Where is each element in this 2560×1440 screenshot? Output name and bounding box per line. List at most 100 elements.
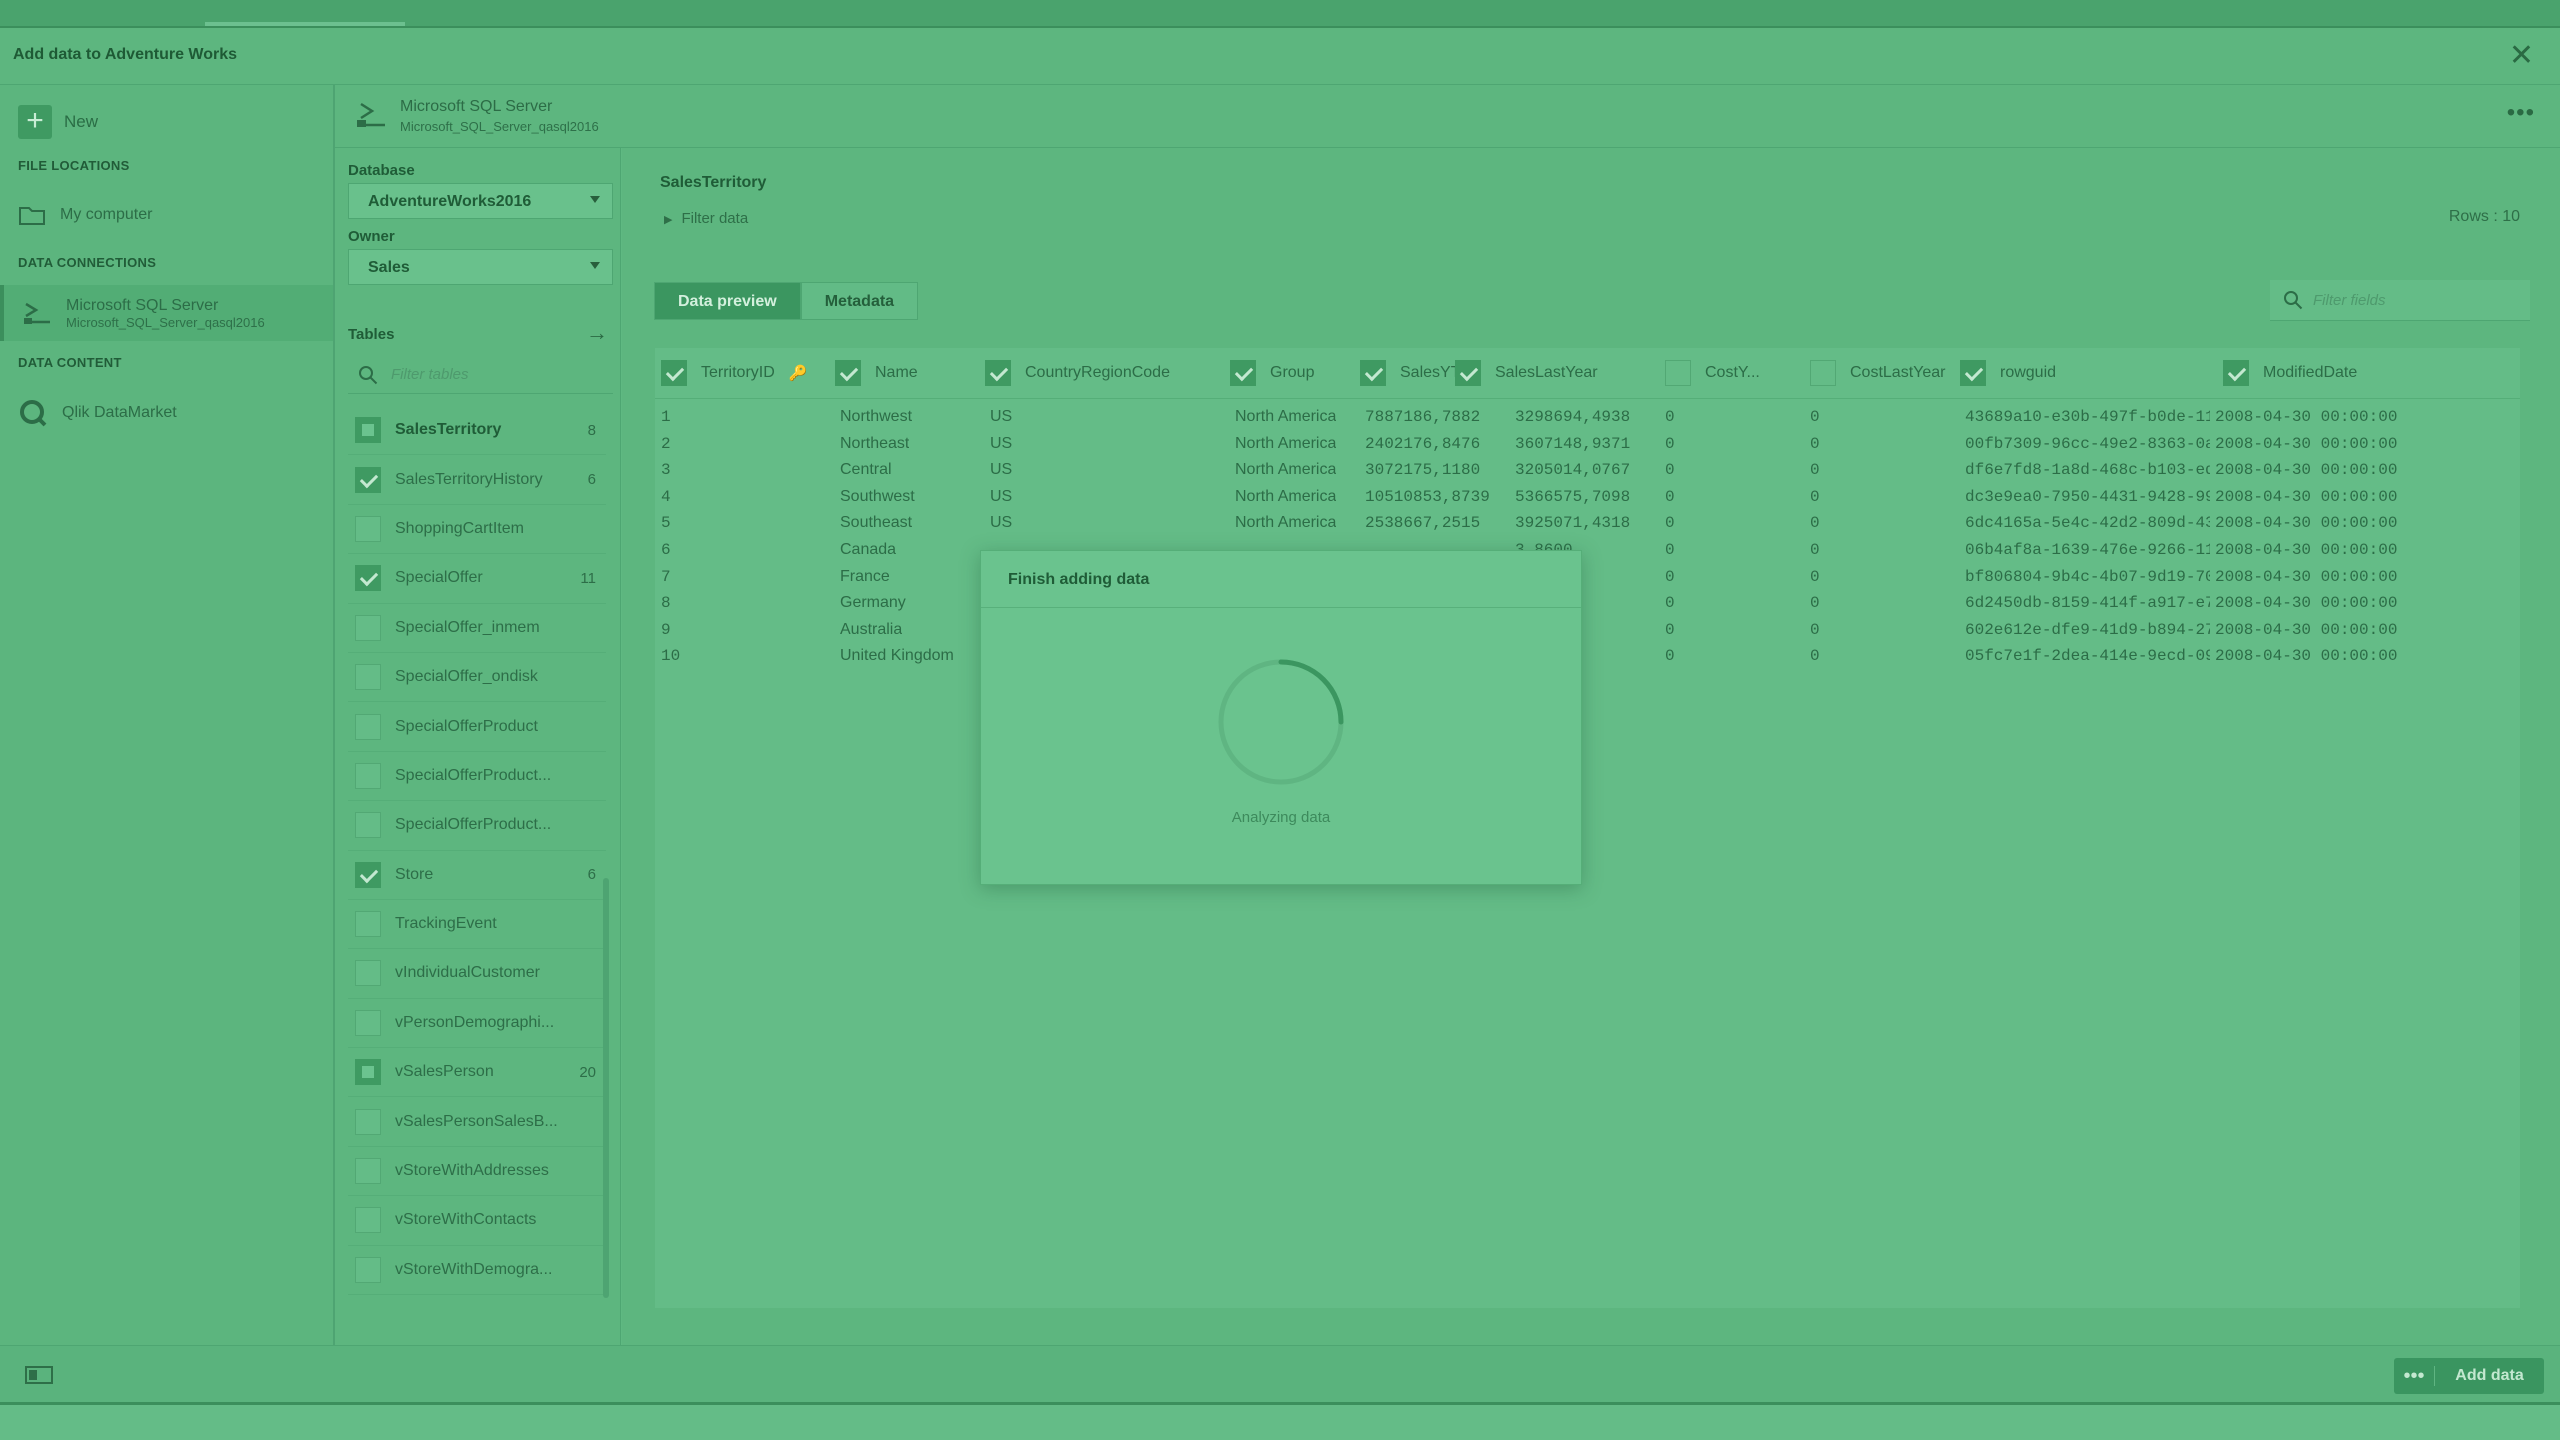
- table-checkbox[interactable]: [355, 565, 381, 592]
- column-header[interactable]: ModifiedDate: [2223, 360, 2357, 386]
- more-icon[interactable]: •••: [2394, 1366, 2435, 1386]
- tab-metadata[interactable]: Metadata: [800, 282, 919, 320]
- tab-data-preview[interactable]: Data preview: [654, 282, 801, 320]
- sidebar-item-my-computer[interactable]: My computer: [0, 189, 333, 241]
- column-header[interactable]: CountryRegionCode: [985, 360, 1170, 386]
- column-header[interactable]: SalesLastYear: [1455, 360, 1598, 386]
- table-name: vPersonDemographi...: [395, 1013, 555, 1031]
- table-cell: 0: [1665, 408, 1675, 426]
- table-checkbox[interactable]: [355, 1256, 381, 1283]
- table-list-item[interactable]: vSalesPersonSalesB...: [348, 1097, 606, 1147]
- table-list-item[interactable]: SalesTerritoryHistory 6: [348, 455, 606, 505]
- table-cell: 0: [1665, 514, 1675, 533]
- column-header[interactable]: Group: [1230, 360, 1314, 386]
- table-field-count: 11: [580, 569, 596, 587]
- table-list-item[interactable]: vSalesPerson 20: [348, 1048, 606, 1098]
- loading-spinner-icon: [1218, 659, 1344, 785]
- table-checkbox[interactable]: [355, 713, 381, 740]
- table-checkbox[interactable]: [355, 911, 381, 938]
- table-cell: 2402176,8476: [1365, 434, 1481, 453]
- sidebar-item-sql-server[interactable]: Microsoft SQL Server Microsoft_SQL_Serve…: [0, 285, 333, 341]
- table-checkbox[interactable]: [355, 614, 381, 641]
- table-cell: bf806804-9b4c-4b07-9d19-706f2e6: [1965, 567, 2210, 586]
- table-cell: 3298694,4938: [1515, 408, 1631, 426]
- table-list-item[interactable]: SpecialOffer 11: [348, 554, 606, 604]
- column-header[interactable]: rowguid: [1960, 360, 2056, 386]
- column-checkbox[interactable]: [2223, 360, 2249, 386]
- caret-right-icon: ▶: [664, 214, 673, 226]
- table-list-item[interactable]: vStoreWithContacts: [348, 1196, 606, 1246]
- column-header[interactable]: Name: [835, 360, 918, 386]
- table-checkbox[interactable]: [355, 960, 381, 987]
- table-row: 2 Northeast US North America 2402176,8476 360…: [655, 431, 2520, 458]
- filter-tables-input[interactable]: Filter tables: [348, 356, 613, 394]
- table-cell: US: [990, 461, 1013, 479]
- table-list-item[interactable]: SalesTerritory 8: [348, 406, 606, 456]
- table-cell: North America: [1235, 487, 1337, 505]
- column-checkbox[interactable]: [661, 360, 687, 386]
- table-checkbox[interactable]: [355, 515, 381, 542]
- column-header[interactable]: CostLastYear: [1810, 360, 1945, 386]
- table-checkbox[interactable]: [355, 1009, 381, 1036]
- table-checkbox[interactable]: [355, 466, 381, 493]
- column-checkbox[interactable]: [835, 360, 861, 386]
- table-list-item[interactable]: SpecialOfferProduct: [348, 702, 606, 752]
- close-icon[interactable]: ✕: [2509, 38, 2534, 73]
- column-checkbox[interactable]: [1810, 360, 1836, 386]
- table-list-item[interactable]: vStoreWithDemogra...: [348, 1246, 606, 1296]
- column-checkbox[interactable]: [985, 360, 1011, 386]
- table-cell: 0: [1665, 541, 1675, 559]
- add-data-button[interactable]: ••• Add data: [2394, 1358, 2544, 1394]
- column-header[interactable]: TerritoryID 🔑: [661, 360, 807, 386]
- table-list-item[interactable]: ShoppingCartItem: [348, 505, 606, 555]
- table-list-item[interactable]: SpecialOfferProduct...: [348, 752, 606, 802]
- table-list-item[interactable]: SpecialOffer_inmem: [348, 604, 606, 653]
- more-options-icon[interactable]: •••: [2507, 99, 2535, 127]
- tables-scrollbar[interactable]: [603, 878, 609, 1298]
- table-checkbox[interactable]: [355, 1207, 381, 1234]
- filter-data-toggle[interactable]: ▶ Filter data: [664, 210, 748, 227]
- column-checkbox[interactable]: [1960, 360, 1986, 386]
- table-cell: 0: [1665, 620, 1675, 639]
- table-list-item[interactable]: Store 6: [348, 851, 606, 900]
- new-connection-button[interactable]: + New: [18, 105, 98, 139]
- table-checkbox[interactable]: [355, 812, 381, 839]
- column-checkbox[interactable]: [1360, 360, 1386, 386]
- table-checkbox[interactable]: [355, 762, 381, 789]
- search-icon: [2284, 291, 2303, 310]
- table-name: Store: [395, 865, 434, 883]
- table-row: 3 Central US North America 3072175,1180 32050…: [655, 457, 2520, 484]
- sidebar-toggle-icon[interactable]: [25, 1366, 53, 1384]
- table-cell: 06b4af8a-1639-476e-9266-110461c: [1965, 541, 2210, 559]
- table-list-item[interactable]: vPersonDemographi...: [348, 999, 606, 1049]
- table-cell: 3925071,4318: [1515, 514, 1631, 533]
- column-checkbox[interactable]: [1230, 360, 1256, 386]
- collapse-arrow-icon[interactable]: →: [586, 320, 608, 346]
- table-checkbox[interactable]: [355, 1059, 381, 1086]
- table-list-item[interactable]: SpecialOfferProduct...: [348, 801, 606, 851]
- table-cell: Canada: [840, 541, 897, 558]
- database-dropdown[interactable]: AdventureWorks2016: [348, 183, 613, 219]
- sidebar-item-datamarket[interactable]: Qlik DataMarket: [0, 387, 333, 439]
- table-checkbox[interactable]: [355, 861, 381, 888]
- table-list-item[interactable]: TrackingEvent: [348, 900, 606, 950]
- header-connection-subname: Microsoft_SQL_Server_qasql2016: [400, 119, 599, 134]
- table-list-item[interactable]: SpecialOffer_ondisk: [348, 653, 606, 703]
- column-name: CostLastYear: [1850, 364, 1946, 381]
- table-cell: 9: [661, 620, 671, 639]
- table-checkbox[interactable]: [355, 417, 381, 444]
- column-checkbox[interactable]: [1455, 360, 1481, 386]
- table-cell: United Kingdom: [840, 647, 954, 665]
- browser-top-bar: [0, 0, 2560, 28]
- table-list-item[interactable]: vIndividualCustomer: [348, 949, 606, 999]
- table-checkbox[interactable]: [355, 1108, 381, 1135]
- table-cell: North America: [1235, 408, 1337, 425]
- table-checkbox[interactable]: [355, 664, 381, 691]
- column-header[interactable]: CostY...: [1665, 360, 1760, 386]
- table-checkbox[interactable]: [355, 1158, 381, 1185]
- owner-dropdown[interactable]: Sales: [348, 249, 613, 285]
- filter-fields-input[interactable]: Filter fields: [2270, 280, 2530, 321]
- table-list-item[interactable]: vStoreWithAddresses: [348, 1147, 606, 1197]
- column-checkbox[interactable]: [1665, 360, 1691, 386]
- table-row: 7France9,760100bf806804-9b4c-4b07-9d19-7…: [655, 564, 2520, 591]
